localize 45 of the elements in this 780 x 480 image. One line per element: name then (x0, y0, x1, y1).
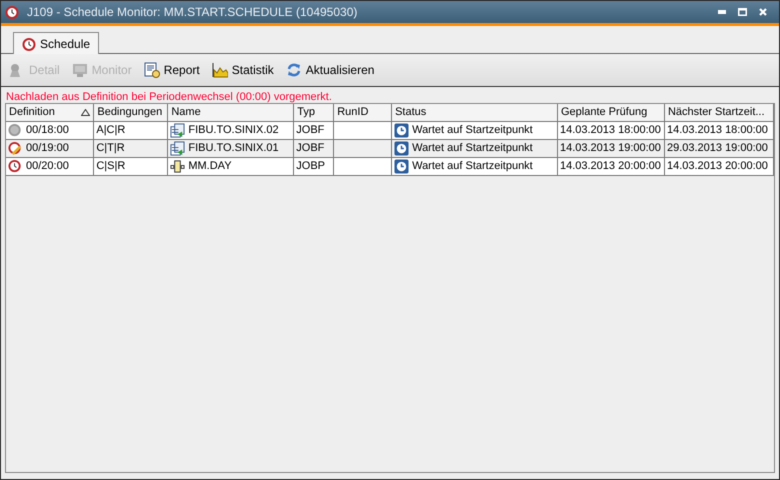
status-message: Nachladen aus Definition bei Periodenwechsel (00:00) vorgemerkt. (5, 90, 333, 103)
cell-text: 29.03.2013 19:00:00 (666, 140, 768, 156)
clock-icon (394, 140, 410, 156)
report-icon (144, 62, 160, 78)
maximize-icon[interactable] (738, 8, 747, 16)
cell-text: JOBF (296, 140, 324, 156)
cell-text: C|T|R (96, 140, 125, 156)
toolbar-button[interactable]: Statistik (212, 61, 274, 79)
column-header[interactable]: Geplante Prüfung (557, 104, 664, 121)
cell-text: 14.03.2013 20:00:00 (666, 158, 768, 174)
sort-ascending-icon (81, 108, 90, 116)
cell-text: 00/18:00 (26, 122, 69, 138)
refresh-icon (286, 62, 302, 78)
cell-text: 00/20:00 (26, 158, 69, 174)
toolbar-button[interactable]: Report (144, 61, 200, 79)
column-header[interactable]: Nächster Startzeit... (664, 104, 774, 121)
cell-text: JOBF (296, 122, 324, 138)
cell-text: 00/19:00 (26, 140, 69, 156)
cell-text: Wartet auf Startzeitpunkt (412, 158, 533, 174)
column-header[interactable]: Bedingungen (94, 104, 168, 121)
toolbar-button[interactable]: Aktualisieren (286, 61, 374, 79)
close-icon[interactable] (759, 8, 767, 16)
window-title: J109 - Schedule Monitor: MM.START.SCHEDULE (10495030) (27, 4, 358, 21)
column-header[interactable]: Status (392, 104, 558, 121)
cell-text: A|C|R (96, 122, 126, 138)
cell-text: 14.03.2013 18:00:00 (666, 122, 768, 138)
cell-text: FIBU.TO.SINIX.01 (188, 140, 279, 156)
schedule-tab[interactable]: Schedule (13, 32, 100, 54)
column-header[interactable]: Definition (6, 104, 94, 121)
monitor-icon (72, 62, 88, 78)
column-header[interactable]: Typ (294, 104, 334, 121)
alarm-clock-icon (5, 5, 19, 19)
cell-text: 14.03.2013 19:00:00 (560, 140, 661, 156)
chart-icon (212, 62, 228, 78)
cell-text: MM.DAY (188, 158, 232, 174)
cell-text: Wartet auf Startzeitpunkt (412, 122, 533, 138)
cell-text: 14.03.2013 20:00:00 (560, 158, 661, 174)
cell-text: Wartet auf Startzeitpunkt (412, 140, 533, 156)
cell-text: FIBU.TO.SINIX.02 (188, 122, 279, 138)
column-header[interactable]: RunID (334, 104, 392, 121)
cell-text: 14.03.2013 18:00:00 (560, 122, 661, 138)
column-header[interactable]: Name (168, 104, 294, 121)
cell-text: C|S|R (96, 158, 126, 174)
alarm-clock-icon (22, 36, 36, 50)
cell-text: JOBP (296, 158, 325, 174)
